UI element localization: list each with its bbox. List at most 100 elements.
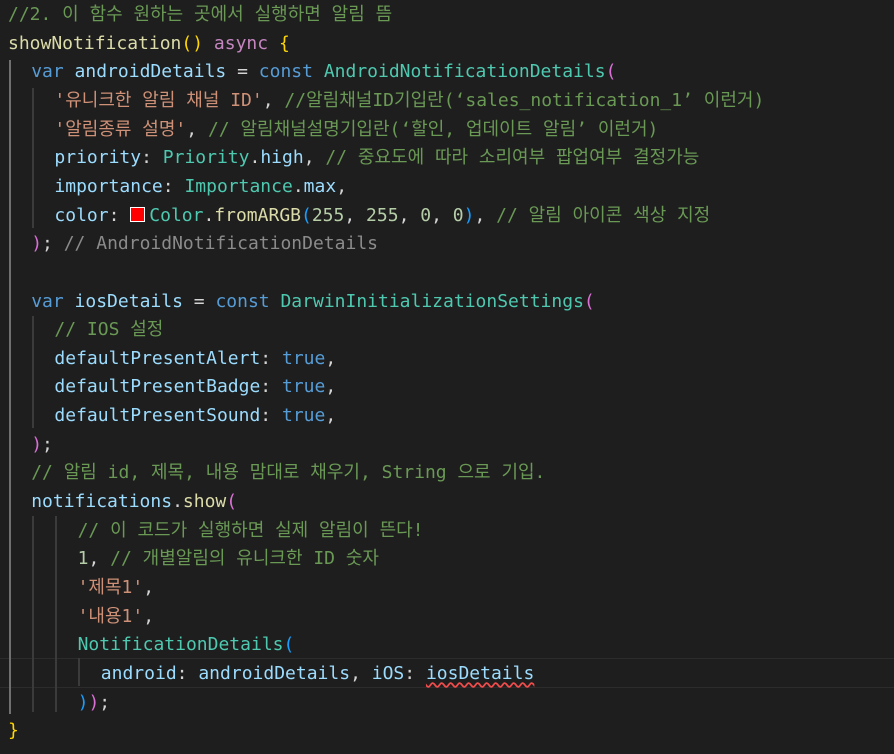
code-token: async bbox=[213, 32, 279, 54]
code-token: = bbox=[226, 61, 259, 83]
code-token: androidDetails bbox=[198, 662, 351, 684]
code-token: , bbox=[431, 204, 453, 226]
code-line[interactable]: ); bbox=[0, 431, 894, 460]
code-token: true bbox=[281, 405, 326, 427]
code-token: 0 bbox=[420, 204, 432, 226]
code-token: ( bbox=[301, 204, 312, 226]
code-token: : bbox=[162, 175, 185, 197]
code-token: ; bbox=[42, 233, 64, 255]
code-token: defaultPresentAlert bbox=[54, 347, 261, 369]
code-line[interactable]: )); bbox=[0, 689, 894, 718]
code-line[interactable]: } bbox=[0, 717, 894, 746]
code-token: , bbox=[325, 376, 337, 398]
code-line[interactable]: android: androidDetails, iOS: iosDetails bbox=[0, 660, 894, 689]
code-token: ( bbox=[605, 61, 617, 83]
code-token: . bbox=[249, 147, 261, 169]
code-token: ) bbox=[463, 204, 475, 226]
code-token: , bbox=[350, 662, 372, 684]
code-token: , bbox=[303, 147, 326, 169]
code-token: ; bbox=[99, 691, 111, 713]
code-token: true bbox=[281, 376, 326, 398]
code-token: showNotification bbox=[8, 32, 182, 54]
code-token: var bbox=[31, 61, 75, 83]
code-token: ( bbox=[226, 491, 238, 513]
code-line[interactable]: showNotification() async { bbox=[0, 30, 894, 59]
code-token: high bbox=[260, 147, 304, 169]
code-token: Importance bbox=[184, 175, 293, 197]
code-line[interactable]: // 알림 id, 제목, 내용 맘대로 채우기, String 으로 기입. bbox=[0, 459, 894, 488]
code-line[interactable]: defaultPresentBadge: true, bbox=[0, 373, 894, 402]
code-line[interactable]: defaultPresentAlert: true, bbox=[0, 345, 894, 374]
code-token: 255 bbox=[311, 204, 345, 226]
code-token: 255 bbox=[366, 204, 399, 226]
code-line[interactable]: 1, // 개별알림의 유니크한 ID 숫자 bbox=[0, 545, 894, 574]
code-token: , bbox=[143, 577, 155, 598]
code-line[interactable]: NotificationDetails( bbox=[0, 631, 894, 660]
code-token: : bbox=[141, 147, 163, 169]
code-token: notifications bbox=[31, 491, 173, 513]
code-token: , bbox=[88, 548, 111, 570]
code-line[interactable]: priority: Priority.high, // 중요도에 따라 소리여부… bbox=[0, 144, 894, 173]
code-token: : bbox=[260, 376, 282, 398]
code-token: // AndroidNotificationDetails bbox=[63, 233, 378, 255]
code-token: // 알림 아이콘 색상 지정 bbox=[496, 204, 711, 226]
code-token: '유니크한 알림 채널 ID' bbox=[54, 89, 263, 111]
code-token: max bbox=[303, 175, 337, 197]
code-line[interactable]: // IOS 설정 bbox=[0, 316, 894, 345]
code-token: iOS bbox=[371, 662, 405, 684]
code-token: iosDetails bbox=[425, 662, 535, 684]
code-token: DarwinInitializationSettings bbox=[280, 290, 584, 312]
code-token: Color bbox=[149, 204, 204, 226]
code-token: ( bbox=[283, 634, 295, 656]
code-token: ) bbox=[77, 691, 89, 713]
code-token: // 알림채널설명기입란(‘할인, 업데이트 알림’ 이런거) bbox=[207, 118, 659, 140]
code-line[interactable]: '알림종류 설명', // 알림채널설명기입란(‘할인, 업데이트 알림’ 이런… bbox=[0, 116, 894, 145]
code-token: show bbox=[182, 491, 227, 513]
code-editor[interactable]: //2. 이 함수 원하는 곳에서 실행하면 알림 뜸 showNotificat… bbox=[0, 0, 894, 754]
code-line[interactable]: '제목1', bbox=[0, 574, 894, 603]
code-token: : bbox=[108, 204, 131, 226]
code-token: , bbox=[325, 347, 337, 369]
code-token: // 개별알림의 유니크한 ID 숫자 bbox=[110, 548, 379, 570]
code-line[interactable]: // 이 코드가 실행하면 실제 알림이 뜬다! bbox=[0, 517, 894, 546]
code-token: { bbox=[278, 32, 290, 54]
code-token: : bbox=[404, 662, 426, 684]
code-token: NotificationDetails bbox=[77, 634, 284, 656]
code-token: . bbox=[203, 204, 215, 226]
code-line[interactable]: '유니크한 알림 채널 ID', //알림채널ID기입란(‘sales_noti… bbox=[0, 87, 894, 116]
code-line[interactable] bbox=[0, 259, 894, 288]
code-token: ; bbox=[42, 433, 53, 455]
code-token: const bbox=[258, 61, 324, 83]
color-swatch-icon[interactable] bbox=[130, 206, 146, 222]
code-token: : bbox=[260, 405, 282, 427]
code-token: , bbox=[325, 405, 337, 427]
code-token: () bbox=[181, 32, 214, 54]
code-line[interactable]: notifications.show( bbox=[0, 488, 894, 517]
code-token: . bbox=[172, 491, 183, 513]
code-token: // IOS 설정 bbox=[54, 319, 164, 341]
code-token: //2. 이 함수 원하는 곳에서 실행하면 알림 뜸 bbox=[8, 4, 393, 25]
code-token: '제목1' bbox=[77, 577, 144, 598]
code-token: ) bbox=[88, 691, 100, 713]
code-token: androidDetails bbox=[74, 61, 227, 83]
code-line[interactable]: var iosDetails = const DarwinInitializat… bbox=[0, 288, 894, 317]
code-line[interactable]: ); // AndroidNotificationDetails bbox=[0, 230, 894, 259]
code-line[interactable]: defaultPresentSound: true, bbox=[0, 402, 894, 431]
code-token: 1 bbox=[77, 548, 89, 570]
code-line[interactable]: //2. 이 함수 원하는 곳에서 실행하면 알림 뜸 bbox=[0, 1, 894, 30]
code-token: = bbox=[182, 290, 216, 312]
code-line[interactable]: var androidDetails = const AndroidNotifi… bbox=[0, 58, 894, 87]
code-token: android bbox=[100, 662, 177, 684]
code-token: importance bbox=[54, 175, 163, 197]
code-line[interactable]: color: Color.fromARGB(255, 255, 0, 0), /… bbox=[0, 202, 894, 231]
code-line[interactable]: importance: Importance.max, bbox=[0, 173, 894, 202]
code-token: //알림채널ID기입란(‘sales_notification_1’ 이런거) bbox=[284, 89, 765, 111]
code-token: , bbox=[474, 204, 497, 226]
code-token: . bbox=[292, 175, 304, 197]
code-token: iosDetails bbox=[74, 290, 183, 312]
code-line[interactable]: '내용1', bbox=[0, 603, 894, 632]
code-token: defaultPresentBadge bbox=[54, 376, 261, 398]
code-token: var bbox=[31, 290, 75, 312]
code-token: const bbox=[215, 290, 281, 312]
code-token: '내용1' bbox=[77, 605, 144, 627]
